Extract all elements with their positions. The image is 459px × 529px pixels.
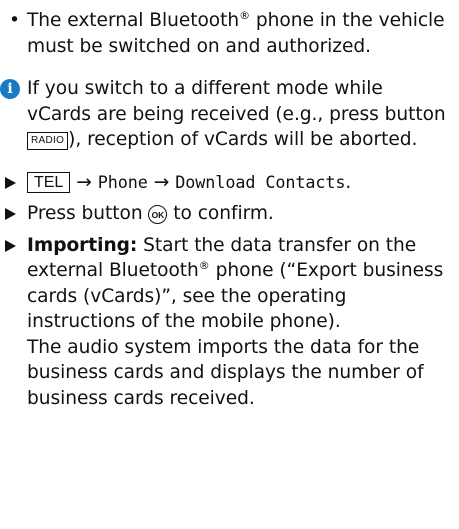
menu-arrow-icon: → xyxy=(76,171,92,193)
registered-mark: ® xyxy=(198,258,210,272)
step-confirm: Press button OK to confirm. xyxy=(0,201,451,227)
step-confirm-text-start: Press button xyxy=(27,203,149,224)
tel-key: TEL xyxy=(27,171,71,193)
info-text-end: ), reception of vCards will be aborted. xyxy=(68,129,418,150)
menu-arrow-icon: → xyxy=(153,171,170,193)
step-importing: Importing: Start the data transfer on th… xyxy=(0,233,451,412)
manual-page: • The external Bluetooth® phone in the v… xyxy=(0,0,459,529)
info-icon: i xyxy=(0,79,20,99)
info-text-start: If you switch to a different mode while … xyxy=(27,78,446,125)
bullet-text-start: The external Bluetooth xyxy=(27,10,240,31)
menu-item-phone: Phone xyxy=(97,171,148,192)
radio-key: RADIO xyxy=(27,132,69,150)
menu-item-download-contacts: Download Contacts xyxy=(175,171,346,192)
importing-result-text: The audio system imports the data for th… xyxy=(27,336,424,409)
step-confirm-text-end: to confirm. xyxy=(167,203,274,224)
step-arrow-icon xyxy=(5,208,16,220)
importing-label: Importing: xyxy=(27,234,138,256)
step-tel-menu: TEL → Phone → Download Contacts. xyxy=(0,170,451,196)
info-note: i If you switch to a different mode whil… xyxy=(0,76,451,153)
step-period: . xyxy=(345,171,352,193)
requirement-bullet: • The external Bluetooth® phone in the v… xyxy=(0,8,451,59)
ok-button-icon: OK xyxy=(148,205,168,224)
step-arrow-icon xyxy=(5,239,16,252)
step-arrow-icon xyxy=(5,176,16,189)
registered-mark: ® xyxy=(239,8,251,22)
bullet-dot: • xyxy=(9,10,20,31)
